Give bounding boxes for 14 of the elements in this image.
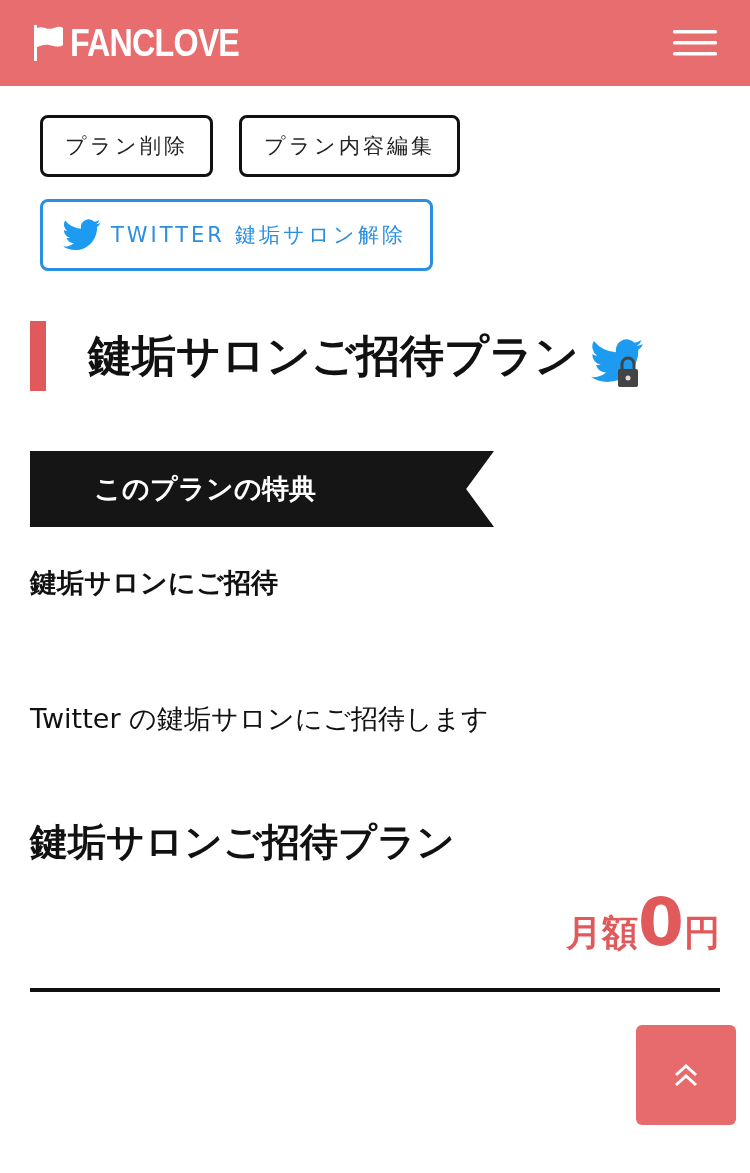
plan-title: 鍵垢サロンご招待プラン [88, 328, 579, 383]
bird-icon [63, 219, 101, 251]
flag-icon [32, 25, 64, 61]
double-chevron-up-icon [673, 1062, 699, 1088]
plan-button[interactable]: プラン削除 [40, 115, 213, 177]
logo-text: FANCLOVE [70, 21, 240, 65]
title-accent-bar [30, 321, 46, 391]
benefit-ribbon: このプランの特典 [30, 451, 494, 527]
benefit-heading: 鍵垢サロンにご招待 [30, 566, 279, 600]
description-text: Twitter の鍵垢サロンにご招待します [30, 702, 491, 736]
plan-name: 鍵垢サロンご招待プラン [30, 819, 456, 866]
menu-icon[interactable] [673, 30, 717, 56]
price-text: 月額0円 [566, 890, 720, 958]
plan-button[interactable]: プラン内容編集 [239, 115, 460, 177]
